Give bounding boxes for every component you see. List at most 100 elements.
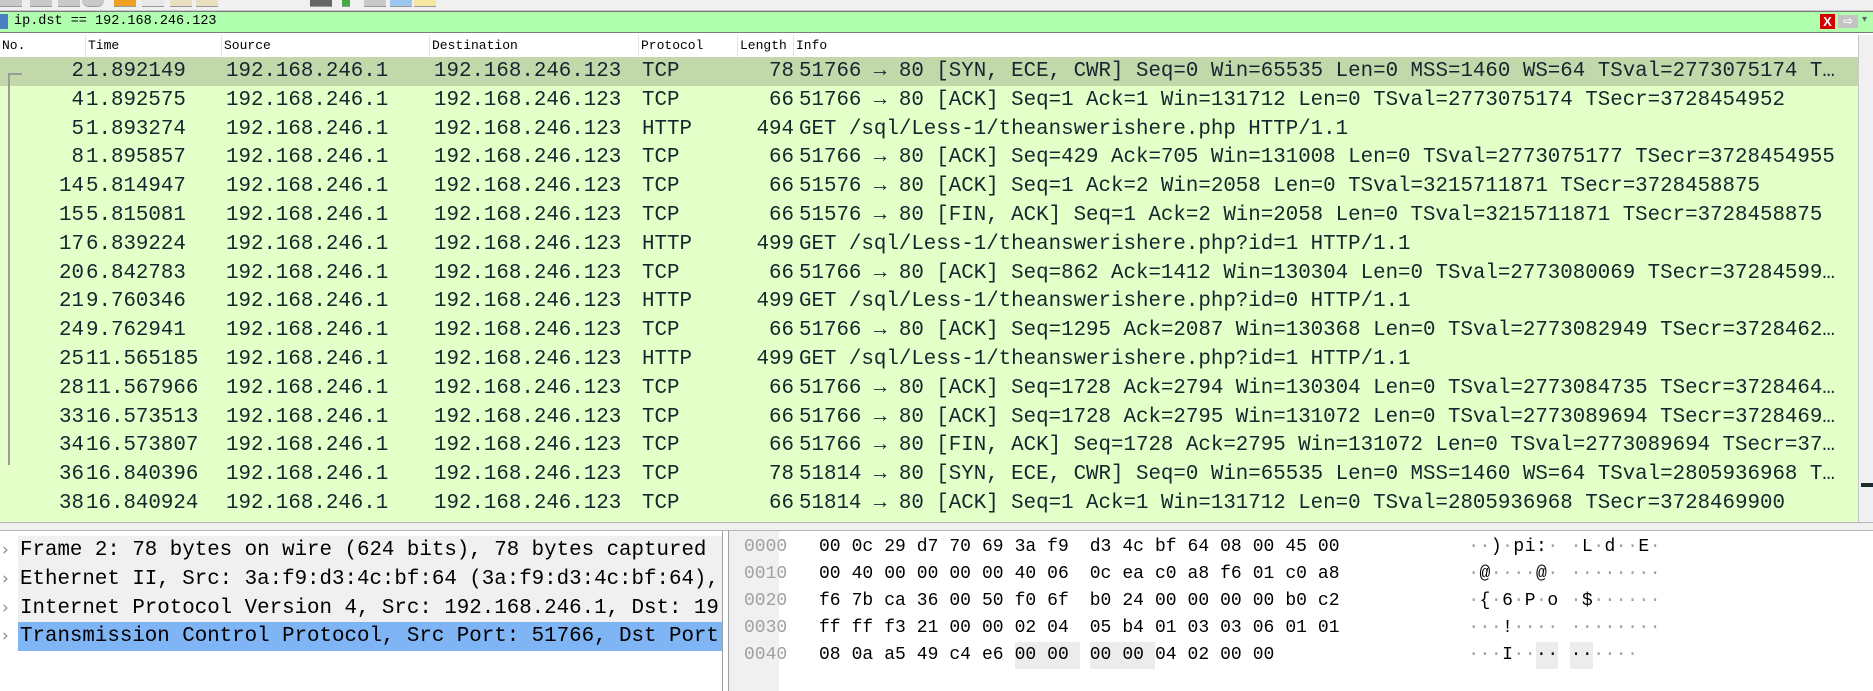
detail-tree-item[interactable]: › Ethernet II, Src: 3a:f9:d3:4c:bf:64 (3a… <box>0 564 722 594</box>
ascii-char[interactable]: · <box>1547 642 1559 669</box>
hex-byte[interactable]: 00 <box>1253 642 1286 669</box>
ascii-char[interactable]: · <box>1547 561 1558 588</box>
ascii-char[interactable]: · <box>1638 615 1649 642</box>
ascii-char[interactable]: · <box>1627 534 1638 561</box>
hex-byte[interactable]: 00 <box>982 561 1015 588</box>
ascii-char[interactable]: 6 <box>1502 588 1513 615</box>
ascii-char[interactable]: · <box>1536 588 1547 615</box>
bookmark-icon[interactable] <box>0 14 8 29</box>
hex-byte[interactable]: 00 <box>1089 642 1123 669</box>
hex-byte[interactable]: 02 <box>1015 615 1048 642</box>
hex-byte[interactable]: 50 <box>982 588 1015 615</box>
hex-byte[interactable]: 00 <box>1253 588 1286 615</box>
ascii-char[interactable]: i <box>1524 534 1536 561</box>
hex-byte[interactable]: f0 <box>1015 588 1048 615</box>
ascii-char[interactable]: o <box>1547 588 1558 615</box>
hex-byte[interactable]: b0 <box>1285 588 1318 615</box>
packet-row[interactable]: 4 1.892575 192.168.246.1 192.168.246.123 TCP… <box>0 86 1858 115</box>
ascii-char[interactable]: · <box>1491 642 1502 669</box>
hex-byte[interactable]: 00 <box>1014 642 1048 669</box>
packet-row[interactable]: 25 11.565185 192.168.246.1 192.168.246.123 H… <box>0 345 1858 374</box>
toolbar-icon[interactable] <box>342 0 350 7</box>
hex-byte[interactable]: 04 <box>1047 615 1080 642</box>
packet-row[interactable]: 15 5.815081 192.168.246.1 192.168.246.123 TC… <box>0 201 1858 230</box>
ascii-char[interactable]: · <box>1513 588 1524 615</box>
hex-byte[interactable]: 05 <box>1090 615 1123 642</box>
ascii-char[interactable]: · <box>1468 561 1479 588</box>
hex-byte[interactable]: 00 <box>917 561 950 588</box>
ascii-char[interactable]: · <box>1502 561 1513 588</box>
ascii-char[interactable]: d <box>1604 534 1616 561</box>
ascii-char[interactable]: · <box>1582 561 1593 588</box>
hex-byte[interactable]: 64 <box>1188 534 1221 561</box>
ascii-char[interactable]: ) <box>1491 534 1502 561</box>
packet-row[interactable]: 8 1.895857 192.168.246.1 192.168.246.123 TCP… <box>0 143 1858 172</box>
ascii-char[interactable]: I <box>1502 642 1513 669</box>
ascii-char[interactable]: · <box>1616 642 1627 669</box>
hex-byte[interactable]: d7 <box>917 534 950 561</box>
ascii-char[interactable]: · <box>1479 615 1491 642</box>
hex-byte[interactable]: 45 <box>1285 534 1318 561</box>
hex-byte[interactable]: 40 <box>1015 561 1048 588</box>
packet-row[interactable]: 38 16.840924 192.168.246.1 192.168.246.123 T… <box>0 489 1858 518</box>
ascii-char[interactable]: · <box>1570 561 1582 588</box>
ascii-char[interactable]: · <box>1468 534 1479 561</box>
ascii-char[interactable]: · <box>1604 642 1616 669</box>
hex-byte[interactable]: b0 <box>1090 588 1123 615</box>
ascii-char[interactable]: · <box>1479 642 1491 669</box>
hex-byte[interactable]: 21 <box>917 615 950 642</box>
hex-byte[interactable]: ea <box>1122 561 1155 588</box>
ascii-char[interactable]: · <box>1616 588 1627 615</box>
hex-byte[interactable]: 00 <box>1188 588 1221 615</box>
column-header-length[interactable]: Length <box>738 35 794 57</box>
hex-byte[interactable]: f6 <box>1220 561 1253 588</box>
ascii-char[interactable]: · <box>1627 588 1638 615</box>
packet-row[interactable]: 20 6.842783 192.168.246.1 192.168.246.123 TC… <box>0 259 1858 288</box>
hex-byte[interactable]: a8 <box>1318 561 1351 588</box>
hex-byte[interactable]: 01 <box>1285 615 1318 642</box>
ascii-char[interactable]: $ <box>1582 588 1593 615</box>
toolbar-icon[interactable] <box>414 0 436 7</box>
packet-row[interactable]: 34 16.573807 192.168.246.1 192.168.246.123 T… <box>0 431 1858 460</box>
detail-tree-item[interactable]: › Internet Protocol Version 4, Src: 192.1… <box>0 593 722 623</box>
hex-byte[interactable]: 02 <box>1188 642 1221 669</box>
hex-byte[interactable]: 0a <box>852 642 885 669</box>
ascii-char[interactable]: · <box>1604 588 1616 615</box>
packet-row[interactable]: 17 6.839224 192.168.246.1 192.168.246.123 HT… <box>0 230 1858 259</box>
ascii-char[interactable]: · <box>1570 534 1582 561</box>
ascii-char[interactable]: · <box>1513 642 1524 669</box>
ascii-char[interactable]: · <box>1524 615 1536 642</box>
hex-byte[interactable]: d3 <box>1090 534 1123 561</box>
packet-row[interactable]: 14 5.814947 192.168.246.1 192.168.246.123 TC… <box>0 172 1858 201</box>
packet-row[interactable]: 28 11.567966 192.168.246.1 192.168.246.123 T… <box>0 374 1858 403</box>
hex-byte[interactable]: 00 <box>1122 642 1155 669</box>
hex-byte[interactable]: 00 <box>1253 534 1286 561</box>
ascii-char[interactable]: · <box>1581 642 1593 669</box>
toolbar-icon[interactable] <box>170 0 192 7</box>
ascii-char[interactable]: L <box>1582 534 1593 561</box>
ascii-char[interactable]: @ <box>1479 561 1491 588</box>
hex-byte[interactable]: 01 <box>1318 615 1351 642</box>
ascii-char[interactable]: E <box>1638 534 1649 561</box>
ascii-char[interactable]: · <box>1468 588 1479 615</box>
toolbar-icon[interactable] <box>364 0 386 7</box>
expand-chevron-icon[interactable]: › <box>2 565 16 594</box>
display-filter-input[interactable]: ip.dst == 192.168.246.123 <box>14 14 217 30</box>
hex-byte[interactable]: bf <box>1155 534 1188 561</box>
ascii-char[interactable]: · <box>1604 615 1616 642</box>
ascii-char[interactable]: · <box>1638 561 1649 588</box>
ascii-char[interactable]: · <box>1593 561 1604 588</box>
toolbar-icon[interactable] <box>310 0 332 7</box>
hex-byte[interactable]: c4 <box>949 642 982 669</box>
column-header-time[interactable]: Time <box>86 35 222 57</box>
ascii-char[interactable]: · <box>1524 561 1536 588</box>
hex-byte[interactable]: b4 <box>1122 615 1155 642</box>
ascii-char[interactable]: · <box>1491 561 1502 588</box>
clear-filter-button[interactable]: X <box>1820 14 1835 29</box>
expand-chevron-icon[interactable]: › <box>2 622 16 651</box>
ascii-char[interactable]: · <box>1468 615 1479 642</box>
filter-dropdown-icon[interactable]: ▾ <box>1862 14 1867 25</box>
column-header-no[interactable]: No. <box>0 35 86 57</box>
ascii-char[interactable]: · <box>1570 615 1582 642</box>
toolbar-icon[interactable] <box>196 0 218 7</box>
